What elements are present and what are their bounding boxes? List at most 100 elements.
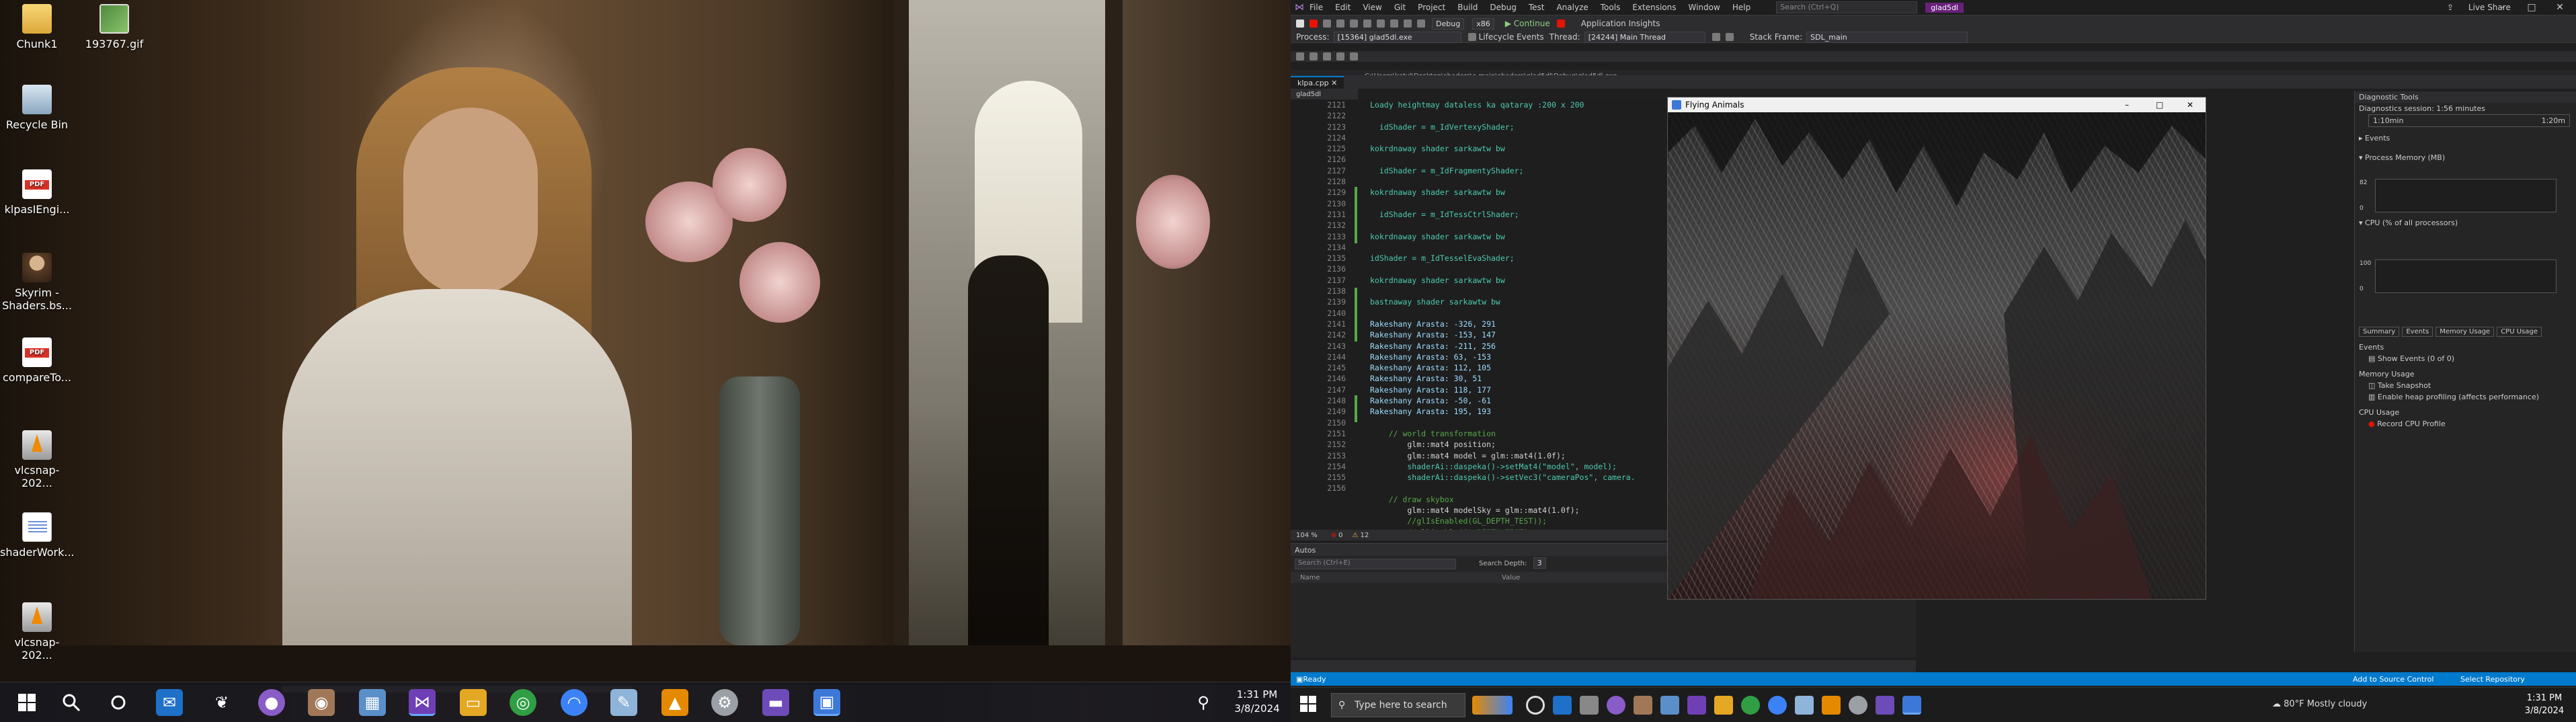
- desktop-icon-pdf[interactable]: compareTo...: [0, 337, 74, 384]
- taskbar-flying-animals[interactable]: ▣: [813, 689, 840, 716]
- zoom-level[interactable]: 104 %: [1296, 532, 1318, 539]
- show-events-link[interactable]: ▤ Show Events (0 of 0): [2355, 353, 2576, 364]
- search-depth-select[interactable]: 3: [1533, 557, 1546, 569]
- continue-button[interactable]: ▶ Continue: [1505, 19, 1550, 28]
- process-select[interactable]: [15364] glad5dl.exe: [1333, 31, 1461, 43]
- taskbar-github-right[interactable]: [1607, 696, 1625, 715]
- widgets-button[interactable]: [1472, 696, 1513, 715]
- tab-cpu-usage[interactable]: CPU Usage: [2497, 327, 2542, 337]
- vs-minimize-button[interactable]: –: [2487, 0, 2517, 15]
- config-select[interactable]: Debug: [1432, 17, 1465, 30]
- undo-icon[interactable]: [1296, 52, 1304, 61]
- align-icon[interactable]: [1417, 19, 1425, 28]
- flying-animals-titlebar[interactable]: Flying Animals – □ ✕: [1668, 97, 2206, 112]
- menu-view[interactable]: View: [1363, 3, 1381, 12]
- taskbar-browser-right[interactable]: [1768, 696, 1787, 715]
- diag-events-section[interactable]: ▸ Events: [2355, 132, 2576, 144]
- taskbar-search-input[interactable]: ⚲ Type here to search: [1331, 693, 1465, 717]
- step-icon[interactable]: [1336, 19, 1344, 28]
- thread-select[interactable]: [24244] Main Thread: [1584, 31, 1705, 43]
- taskbar-app-right[interactable]: [1580, 696, 1599, 715]
- step-icon[interactable]: [1350, 19, 1358, 28]
- desktop-icon-chunk1[interactable]: Chunk1: [0, 4, 74, 50]
- menu-test[interactable]: Test: [1529, 3, 1545, 12]
- taskbar-explorer[interactable]: ▭: [460, 689, 487, 716]
- taskbar-mail-right[interactable]: [1553, 696, 1572, 715]
- menu-build[interactable]: Build: [1457, 3, 1478, 12]
- taskbar-chrome-right[interactable]: [1741, 696, 1760, 715]
- bookmark-icon[interactable]: [1350, 52, 1358, 61]
- taskbar-notes-right[interactable]: [1795, 696, 1814, 715]
- close-icon[interactable]: ✕: [1331, 79, 1337, 87]
- bookmark-icon[interactable]: [1336, 52, 1344, 61]
- desktop-icon-skyrim[interactable]: Skyrim - Shaders.bs...: [0, 253, 74, 312]
- menu-help[interactable]: Help: [1732, 3, 1750, 12]
- tab-summary[interactable]: Summary: [2359, 327, 2400, 337]
- taskbar-photo[interactable]: ◉: [308, 689, 335, 716]
- warning-count[interactable]: 12: [1361, 532, 1369, 539]
- flag-icon[interactable]: [1725, 33, 1734, 41]
- desktop-icon-gif[interactable]: 193767.gif: [77, 4, 151, 50]
- error-count[interactable]: 0: [1338, 532, 1342, 539]
- taskbar-clock-left[interactable]: 1:31 PM 3/8/2024: [1223, 688, 1291, 716]
- step-icon[interactable]: [1390, 19, 1398, 28]
- stop-icon[interactable]: [1310, 19, 1318, 28]
- taskbar-visual-studio[interactable]: ⋈: [409, 689, 436, 716]
- restart-icon[interactable]: [1323, 19, 1331, 28]
- taskbar-flying-animals-right[interactable]: [1902, 696, 1921, 715]
- menu-git[interactable]: Git: [1394, 3, 1406, 12]
- vs-search-input[interactable]: Search (Ctrl+Q): [1776, 1, 1918, 13]
- taskbar-app2-right[interactable]: [1849, 696, 1867, 715]
- menu-analyze[interactable]: Analyze: [1556, 3, 1588, 12]
- desktop-icon-pdf[interactable]: klpasIEngi...: [0, 169, 74, 216]
- tray-network[interactable]: ⚲: [1190, 689, 1217, 716]
- weather-widget[interactable]: ☁ 80°F Mostly cloudy: [2272, 699, 2367, 709]
- desktop-icon-vlcsnap[interactable]: vlcsnap-202...: [0, 602, 74, 661]
- fa-minimize-button[interactable]: –: [2125, 97, 2129, 112]
- taskbar-app-tree[interactable]: ❦: [208, 689, 235, 716]
- heap-profiling-toggle[interactable]: ▥ Enable heap profiling (affects perform…: [2355, 391, 2576, 403]
- render-canvas-terrain[interactable]: [1668, 112, 2206, 599]
- taskbar-notes[interactable]: ✎: [610, 689, 637, 716]
- autos-search-input[interactable]: Search (Ctrl+E): [1295, 559, 1456, 569]
- tab-events[interactable]: Events: [2402, 327, 2433, 337]
- add-source-control-button[interactable]: Add to Source Control: [2353, 675, 2433, 684]
- task-view-button[interactable]: [105, 689, 132, 716]
- tab-klpa-cpp[interactable]: klpa.cpp ✕: [1291, 75, 1344, 89]
- task-view-button-right[interactable]: [1526, 696, 1545, 715]
- stack-frame-select[interactable]: SDL_main: [1806, 31, 1968, 43]
- menu-edit[interactable]: Edit: [1335, 3, 1351, 12]
- col-value[interactable]: Value: [1502, 574, 1520, 581]
- desktop-icon-vlcsnap[interactable]: vlcsnap-202...: [0, 430, 74, 489]
- step-icon[interactable]: [1363, 19, 1371, 28]
- take-snapshot-button[interactable]: ◫ Take Snapshot: [2355, 380, 2576, 391]
- search-button[interactable]: [58, 689, 85, 716]
- menu-file[interactable]: File: [1310, 3, 1323, 12]
- lifecycle-events-button[interactable]: Lifecycle Events: [1479, 32, 1544, 42]
- step-icon[interactable]: [1377, 19, 1385, 28]
- menu-tools[interactable]: Tools: [1601, 3, 1621, 12]
- diag-cpu-section[interactable]: ▾ CPU (% of all processors): [2355, 217, 2576, 229]
- menu-extensions[interactable]: Extensions: [1632, 3, 1676, 12]
- fa-maximize-button[interactable]: □: [2156, 97, 2163, 112]
- taskbar-chrome[interactable]: ◎: [510, 689, 536, 716]
- taskbar-vs-right[interactable]: [1687, 696, 1706, 715]
- filter-icon[interactable]: [1712, 33, 1720, 41]
- menu-project[interactable]: Project: [1418, 3, 1445, 12]
- col-name[interactable]: Name: [1300, 574, 1502, 581]
- vs-close-button[interactable]: ✕: [2545, 0, 2575, 15]
- taskbar-app3-right[interactable]: [1876, 696, 1894, 715]
- step-icon[interactable]: [1404, 19, 1412, 28]
- taskbar-app2[interactable]: ⚙: [711, 689, 738, 716]
- start-button-right[interactable]: [1300, 696, 1316, 714]
- project-dropdown[interactable]: glad5dl: [1291, 89, 1358, 99]
- taskbar-vlc-right[interactable]: [1822, 696, 1841, 715]
- breakpoint-icon[interactable]: [1556, 19, 1565, 28]
- taskbar-app3[interactable]: ▬: [762, 689, 789, 716]
- taskbar-vlc[interactable]: ▲: [661, 689, 688, 716]
- redo-icon[interactable]: [1310, 52, 1318, 61]
- app-insights-button[interactable]: Application Insights: [1581, 19, 1660, 28]
- platform-select[interactable]: x86: [1472, 17, 1494, 30]
- desktop-icon-recycle-bin[interactable]: Recycle Bin: [0, 85, 74, 131]
- start-button[interactable]: [9, 689, 44, 716]
